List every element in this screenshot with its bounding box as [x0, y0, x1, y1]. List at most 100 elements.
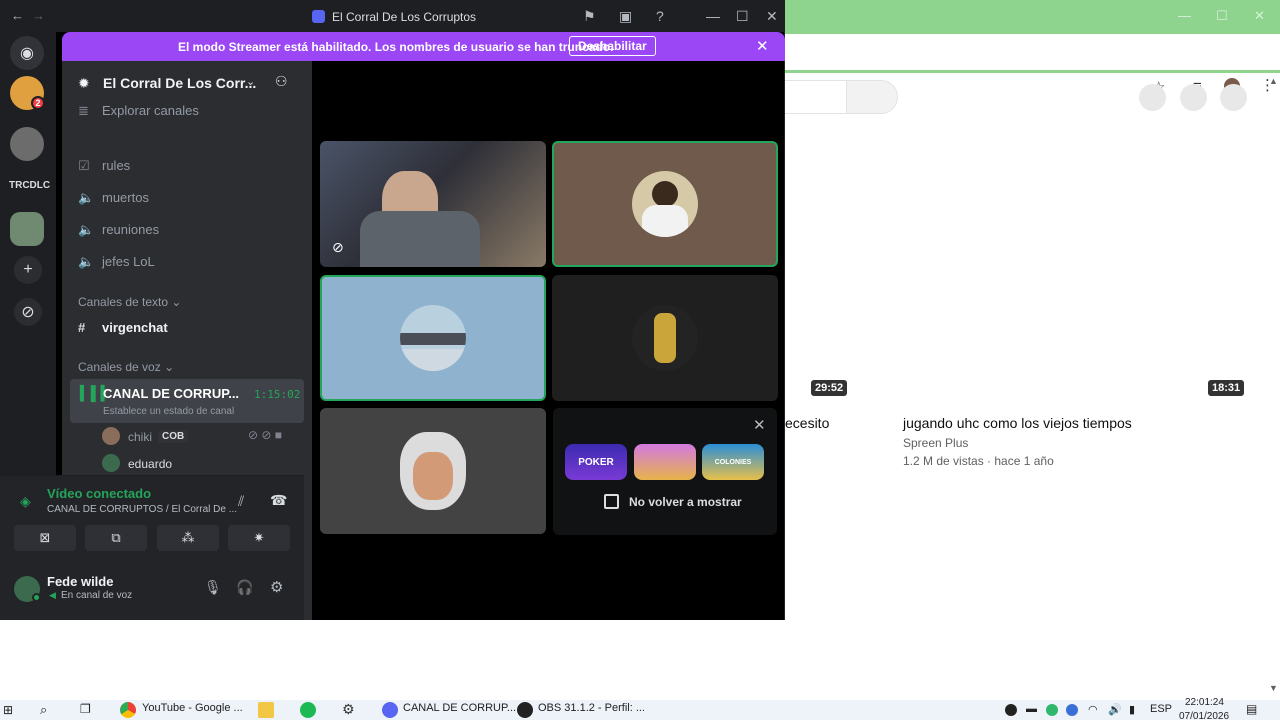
activities-button[interactable]: ⁂ [157, 525, 219, 551]
video-title[interactable]: jugando uhc como los viejos tiempos [903, 415, 1132, 431]
server-avatar[interactable] [10, 212, 44, 246]
spotify-icon[interactable] [300, 702, 316, 718]
avatar[interactable] [102, 454, 120, 472]
dont-show-checkbox[interactable] [604, 494, 619, 509]
taskbar-app-label[interactable]: YouTube - Google ... [142, 702, 243, 714]
camera-off-button[interactable]: ⊠ [14, 525, 76, 551]
scroll-down-icon[interactable]: ▼ [1269, 683, 1278, 693]
tray-icon[interactable] [1066, 704, 1078, 716]
video-tile[interactable] [552, 275, 778, 401]
tray-icon[interactable]: ▬ [1026, 703, 1037, 715]
chrome-icon[interactable] [120, 702, 136, 718]
forward-icon[interactable]: → [32, 8, 45, 23]
close-icon[interactable]: ✕ [1254, 8, 1265, 24]
wifi-icon[interactable]: ◠ [1088, 703, 1098, 716]
notifications-icon[interactable] [1220, 84, 1247, 111]
voice-connected-status[interactable]: Vídeo conectado [47, 486, 151, 501]
notifications-icon[interactable]: ▤ [1246, 702, 1257, 716]
create-icon[interactable] [1180, 84, 1207, 111]
noise-suppression-icon[interactable]: ⫽ [238, 493, 244, 510]
back-icon[interactable]: ← [11, 8, 24, 23]
voice-channel-path[interactable]: CANAL DE CORRUPTOS / El Corral De ... [47, 504, 237, 515]
windows-start-icon[interactable]: ⊞ [3, 703, 13, 717]
headphones-icon[interactable]: 🎧 [236, 579, 253, 596]
language-indicator[interactable]: ESP [1150, 703, 1172, 715]
close-icon[interactable]: ✕ [766, 8, 778, 25]
invite-icon[interactable]: ⚇ [275, 73, 288, 90]
server-badge-icon: ✹ [78, 75, 90, 91]
voice-channel-name: CANAL DE CORRUP... [103, 386, 240, 401]
flag-icon[interactable]: ⚑ [583, 8, 596, 25]
video-title[interactable]: ecesito [785, 415, 829, 431]
voice-user-name[interactable]: eduardo [128, 457, 172, 471]
channel-virgenchat[interactable]: # virgenchat [78, 320, 168, 335]
speaker-icon: 🔈 [78, 222, 95, 237]
category-voice-channels[interactable]: Canales de voz ⌄ [78, 360, 174, 374]
dont-show-label[interactable]: No volver a mostrar [629, 495, 742, 509]
activity-colonies[interactable]: COLONIES [702, 444, 764, 480]
muted-icon: ⊘ ⊘ ■ [248, 428, 283, 442]
disconnect-icon[interactable]: ☎ [270, 492, 287, 509]
disable-streamer-button[interactable]: Deshabilitar [569, 36, 656, 56]
notification-badge: 2 [31, 96, 45, 110]
search-icon[interactable]: ⌕ [40, 702, 47, 718]
microphone-icon[interactable]: 🎙 [204, 579, 222, 596]
help-icon[interactable]: ? [656, 8, 664, 24]
channel-status[interactable]: Establece un estado de canal [103, 406, 234, 417]
discord-icon[interactable] [382, 702, 398, 718]
inbox-icon[interactable]: ▣ [619, 8, 632, 25]
obs-tray-icon[interactable] [1005, 704, 1017, 716]
taskbar-app-label[interactable]: OBS 31.1.2 - Perfil: ... [538, 702, 645, 714]
maximize-icon[interactable]: ☐ [736, 8, 749, 25]
add-server-icon[interactable]: + [14, 256, 42, 284]
obs-icon[interactable] [517, 702, 533, 718]
activity-game[interactable] [634, 444, 696, 480]
channel-reuniones[interactable]: 🔈 reuniones [78, 222, 159, 238]
signal-icon[interactable]: ◈ [20, 493, 31, 510]
volume-icon[interactable]: 🔊 [1108, 703, 1122, 716]
explore-servers-icon[interactable]: ⊘ [14, 298, 42, 326]
maximize-icon[interactable]: ☐ [1216, 8, 1228, 24]
online-indicator [32, 593, 41, 602]
search-button[interactable] [846, 80, 898, 114]
channel-muertos[interactable]: 🔈 muertos [78, 190, 149, 206]
folder-icon[interactable] [258, 702, 274, 718]
mic-icon[interactable] [1139, 84, 1166, 111]
server-avatar[interactable] [10, 127, 44, 161]
activities-icon: ⁂ [181, 530, 195, 545]
close-icon[interactable]: ✕ [756, 37, 769, 55]
voice-channel-active[interactable]: ▍▌▍ CANAL DE CORRUP... 1:15:02 Establece… [70, 379, 304, 423]
channel-jefes-lol[interactable]: 🔈 jefes LoL [78, 254, 155, 270]
channel-rules[interactable]: ☑ rules [78, 158, 130, 174]
tray-icon[interactable] [1046, 704, 1058, 716]
close-icon[interactable]: ✕ [753, 416, 766, 434]
explore-channels[interactable]: ≣ Explorar canales [78, 103, 199, 119]
search-input[interactable] [785, 80, 847, 114]
settings-icon[interactable]: ⚙ [342, 701, 355, 718]
settings-icon[interactable]: ⚙ [270, 578, 283, 596]
clock-time[interactable]: 22:01:24 [1185, 697, 1224, 708]
video-tile[interactable]: ⊘ [320, 141, 546, 267]
taskbar-app-label[interactable]: CANAL DE CORRUP... [403, 702, 516, 714]
category-text-channels[interactable]: Canales de texto ⌄ [78, 295, 181, 309]
avatar[interactable] [102, 427, 120, 445]
voice-user-name[interactable]: chiki [128, 430, 152, 444]
activity-poker[interactable]: POKER [565, 444, 627, 480]
minimize-icon[interactable]: — [706, 8, 720, 24]
server-label[interactable]: TRCDLC [9, 180, 50, 191]
video-tile[interactable] [320, 275, 546, 401]
user-name[interactable]: Fede wilde [47, 574, 113, 589]
discord-home-icon[interactable]: ◉ [10, 36, 44, 70]
voice-timer: 1:15:02 [254, 388, 301, 401]
guild-header[interactable]: ✹ El Corral De Los Corr... ⌄ ⚇ [62, 61, 312, 105]
video-channel[interactable]: Spreen Plus [903, 436, 968, 450]
task-view-icon[interactable]: ❐ [80, 702, 91, 716]
screen-share-button[interactable]: ⧉ [85, 525, 147, 551]
scroll-up-icon[interactable]: ▲ [1269, 76, 1278, 86]
soundboard-button[interactable]: ✷ [228, 525, 290, 551]
battery-icon[interactable]: ▮ [1129, 703, 1135, 716]
clock-date[interactable]: 07/01/2026 [1179, 711, 1229, 720]
video-tile[interactable] [552, 141, 778, 267]
minimize-icon[interactable]: — [1178, 8, 1191, 23]
video-tile[interactable] [320, 408, 546, 534]
